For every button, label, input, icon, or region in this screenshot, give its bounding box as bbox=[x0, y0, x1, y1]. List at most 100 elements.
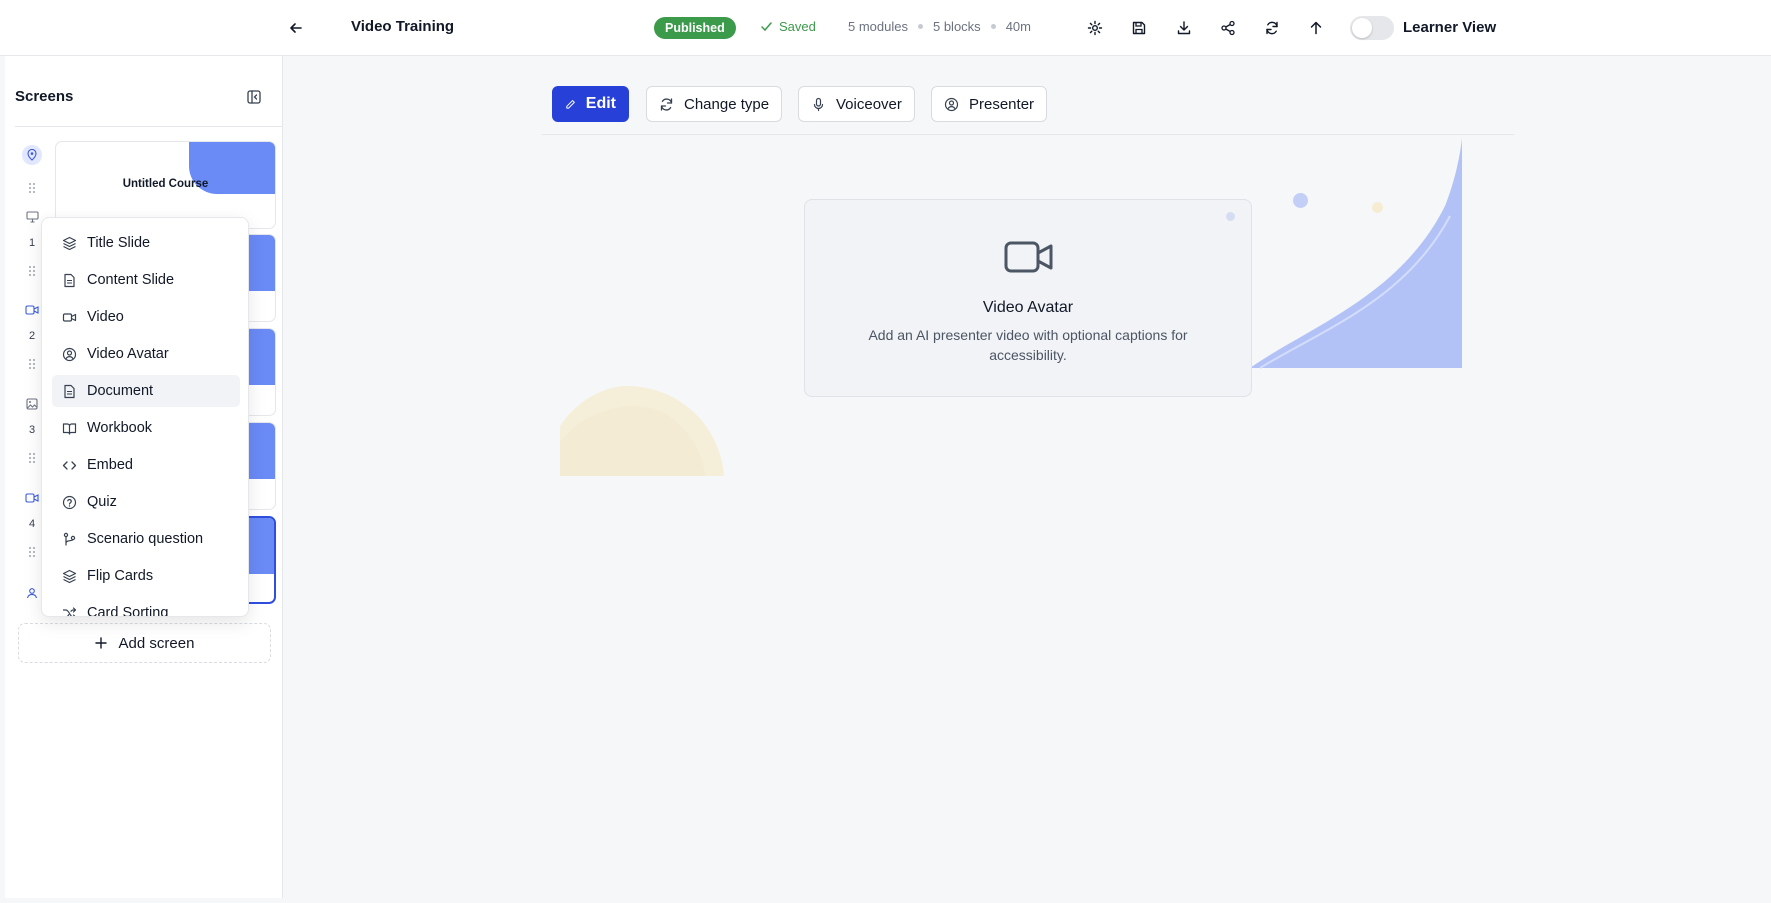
branch-icon bbox=[63, 532, 76, 545]
voiceover-button[interactable]: Voiceover bbox=[798, 86, 915, 122]
menu-item-content-slide[interactable]: Content Slide bbox=[52, 264, 240, 296]
video-icon bbox=[62, 312, 77, 322]
menu-item-label: Flip Cards bbox=[87, 568, 154, 584]
menu-item-label: Video Avatar bbox=[87, 346, 169, 362]
course-title: Video Training bbox=[351, 18, 455, 35]
menu-item-quiz[interactable]: Quiz bbox=[52, 486, 240, 518]
card-description: Add an AI presenter video with optional … bbox=[868, 327, 1188, 363]
screen-number: 1 bbox=[29, 237, 36, 249]
presentation-icon bbox=[22, 207, 42, 227]
video-avatar-placeholder-card[interactable]: Video Avatar Add an AI presenter video w… bbox=[804, 199, 1252, 397]
video-icon bbox=[22, 300, 42, 320]
menu-item-label: Quiz bbox=[87, 494, 117, 510]
edit-label: Edit bbox=[585, 95, 616, 112]
refresh-icon bbox=[660, 97, 673, 111]
drag-handle-icon[interactable] bbox=[26, 181, 38, 195]
menu-item-label: Card Sorting bbox=[87, 605, 169, 617]
course-meta: 5 modules 5 blocks 40m bbox=[848, 19, 1031, 34]
drag-handle-icon[interactable] bbox=[26, 545, 38, 559]
menu-item-label: Workbook bbox=[87, 420, 153, 436]
image-icon bbox=[22, 394, 42, 414]
menu-item-label: Embed bbox=[87, 457, 133, 473]
separator-dot bbox=[917, 24, 923, 29]
menu-item-scenario-question[interactable]: Scenario question bbox=[52, 523, 240, 555]
user-circle-icon bbox=[62, 347, 77, 361]
sun-decoration bbox=[560, 386, 724, 476]
screen-type-menu: Title Slide Content Slide Video Video Av… bbox=[41, 217, 249, 617]
add-screen-button[interactable]: Add screen bbox=[18, 623, 271, 663]
wave-decoration bbox=[1250, 138, 1462, 369]
edit-button[interactable]: Edit bbox=[552, 86, 629, 122]
layers-icon bbox=[62, 569, 77, 583]
decoration-dot bbox=[1372, 202, 1383, 213]
toggle-knob bbox=[1352, 18, 1372, 38]
share-icon[interactable] bbox=[1216, 16, 1240, 40]
modules-count: 5 modules bbox=[848, 19, 908, 34]
menu-item-video-avatar[interactable]: Video Avatar bbox=[52, 338, 240, 370]
separator-dot bbox=[990, 24, 996, 29]
menu-item-workbook[interactable]: Workbook bbox=[52, 412, 240, 444]
menu-item-label: Content Slide bbox=[87, 272, 175, 288]
voiceover-label: Voiceover bbox=[836, 95, 902, 113]
decoration-dot bbox=[1293, 193, 1308, 208]
top-bar: Video Training Published Saved 5 modules… bbox=[0, 0, 1771, 56]
saved-label: Saved bbox=[779, 19, 816, 34]
menu-item-label: Video bbox=[87, 309, 124, 325]
menu-item-title-slide[interactable]: Title Slide bbox=[52, 227, 240, 259]
refresh-icon[interactable] bbox=[1260, 16, 1284, 40]
code-icon bbox=[62, 460, 77, 470]
learner-view-label: Learner View bbox=[1403, 19, 1497, 36]
file-icon bbox=[64, 273, 75, 287]
user-circle-icon bbox=[944, 97, 959, 111]
menu-item-label: Title Slide bbox=[87, 235, 151, 251]
card-title: Video Avatar bbox=[982, 299, 1074, 316]
back-arrow-icon[interactable] bbox=[284, 16, 308, 40]
drag-handle-icon[interactable] bbox=[26, 264, 38, 278]
screen-number: 4 bbox=[29, 518, 36, 530]
blocks-count: 5 blocks bbox=[932, 19, 981, 34]
menu-item-document[interactable]: Document bbox=[52, 375, 240, 407]
screen-number: 3 bbox=[29, 424, 36, 436]
check-icon bbox=[761, 22, 772, 32]
menu-item-video[interactable]: Video bbox=[52, 301, 240, 333]
saved-indicator: Saved bbox=[760, 19, 816, 34]
pencil-icon bbox=[566, 99, 575, 109]
menu-item-card-sorting[interactable]: Card Sorting bbox=[52, 597, 240, 617]
menu-item-flip-cards[interactable]: Flip Cards bbox=[52, 560, 240, 592]
shuffle-icon bbox=[62, 606, 77, 616]
save-icon[interactable] bbox=[1127, 16, 1151, 40]
drag-handle-icon[interactable] bbox=[26, 451, 38, 465]
status-badge: Published bbox=[654, 17, 736, 39]
change-type-label: Change type bbox=[684, 95, 770, 113]
settings-gear-icon[interactable] bbox=[1083, 16, 1107, 40]
menu-item-label: Scenario question bbox=[87, 531, 204, 547]
video-icon bbox=[22, 488, 42, 508]
microphone-icon bbox=[813, 97, 824, 111]
screen-thumbnail[interactable]: Untitled Course bbox=[55, 141, 276, 229]
screen-number: 2 bbox=[29, 330, 36, 342]
book-icon bbox=[62, 422, 77, 435]
menu-item-embed[interactable]: Embed bbox=[52, 449, 240, 481]
menu-item-label: Document bbox=[87, 383, 154, 399]
thumb-title: Untitled Course bbox=[122, 178, 209, 190]
sidebar-title: Screens bbox=[15, 88, 74, 105]
toolbar-divider bbox=[542, 134, 1514, 135]
decoration-dot bbox=[1226, 212, 1235, 221]
download-icon[interactable] bbox=[1172, 16, 1196, 40]
plus-icon bbox=[94, 637, 107, 649]
duration: 40m bbox=[1005, 19, 1031, 34]
change-type-button[interactable]: Change type bbox=[646, 86, 783, 122]
file-icon bbox=[64, 384, 75, 398]
layers-icon bbox=[62, 236, 77, 250]
presenter-button[interactable]: Presenter bbox=[931, 86, 1048, 122]
location-pin-icon bbox=[22, 145, 42, 165]
drag-handle-icon[interactable] bbox=[26, 357, 38, 371]
learner-view-toggle[interactable] bbox=[1350, 16, 1394, 40]
divider bbox=[15, 126, 283, 127]
question-circle-icon bbox=[62, 495, 77, 509]
add-screen-label: Add screen bbox=[118, 634, 195, 652]
publish-arrow-up-icon[interactable] bbox=[1304, 16, 1328, 40]
video-camera-icon bbox=[1004, 241, 1053, 273]
collapse-sidebar-icon[interactable] bbox=[243, 86, 265, 108]
presenter-label: Presenter bbox=[969, 95, 1035, 113]
